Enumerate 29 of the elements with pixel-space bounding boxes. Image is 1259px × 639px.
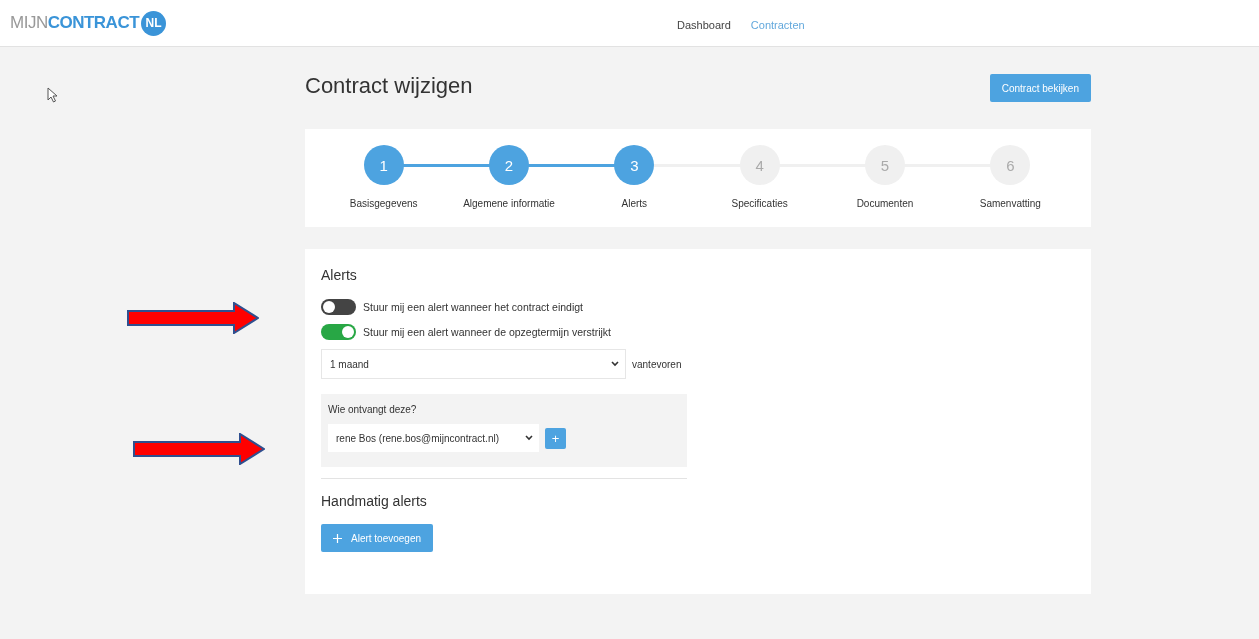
logo-name: CONTRACT bbox=[47, 13, 140, 33]
step-number[interactable]: 3 bbox=[614, 145, 655, 185]
step-number[interactable]: 6 bbox=[990, 145, 1031, 185]
step-label: Documenten bbox=[856, 198, 914, 209]
step-number[interactable]: 2 bbox=[489, 145, 529, 185]
logo-prefix: MIJN bbox=[10, 13, 48, 33]
nav-link[interactable]: Dashboard bbox=[677, 19, 731, 31]
add-alert-button[interactable]: Alert toevoegen bbox=[321, 524, 434, 552]
logo-badge: NL bbox=[141, 10, 167, 36]
step-number[interactable]: 1 bbox=[363, 145, 404, 185]
section-heading: Alerts bbox=[321, 267, 358, 283]
add-recipient-button[interactable]: + bbox=[545, 427, 566, 449]
step-label: Algemene informatie bbox=[463, 198, 555, 209]
step-label: Basisgegevens bbox=[349, 198, 418, 209]
step-label: Alerts bbox=[621, 198, 648, 209]
step-label: Samenvatting bbox=[979, 198, 1041, 209]
period-select[interactable]: 1 maand bbox=[321, 349, 626, 379]
recipient-select[interactable]: rene Bos (rene.bos@mijncontract.nl) bbox=[328, 424, 539, 452]
step-label: Specificaties bbox=[731, 198, 788, 209]
page-title: Contract wijzigen bbox=[305, 73, 473, 99]
toggle-label: Stuur mij een alert wanneer het contract eindigt bbox=[363, 301, 584, 313]
section-heading: Handmatig alerts bbox=[321, 493, 428, 509]
step-number[interactable]: 4 bbox=[739, 145, 780, 185]
nav-link[interactable]: Contracten bbox=[750, 19, 805, 31]
step-number[interactable]: 5 bbox=[864, 145, 905, 185]
period-suffix: vantevoren bbox=[632, 358, 682, 370]
toggle-label: Stuur mij een alert wanneer de opzegtermijn verstrijkt bbox=[363, 326, 612, 338]
view-contract-button[interactable]: Contract bekijken bbox=[989, 74, 1091, 102]
recipients-label: Wie ontvangt deze? bbox=[328, 404, 418, 415]
